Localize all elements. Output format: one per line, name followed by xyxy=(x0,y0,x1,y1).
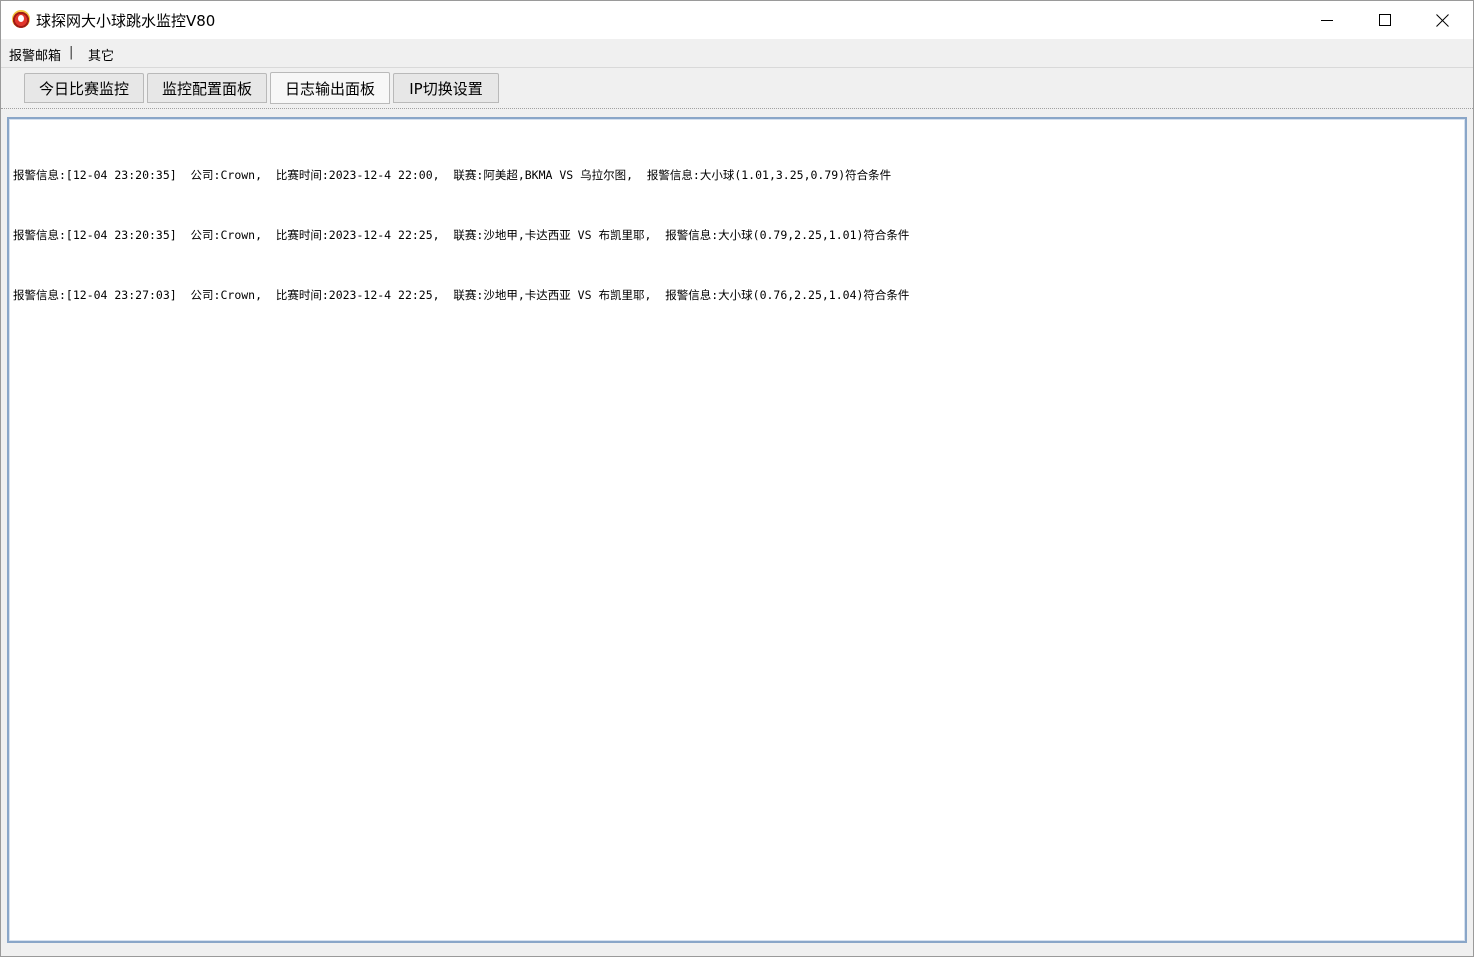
log-line: 报警信息:[12-04 23:20:35] 公司:Crown, 比赛时间:202… xyxy=(13,168,892,182)
log-output-textarea[interactable]: 报警信息:[12-04 23:20:35] 公司:Crown, 比赛时间:202… xyxy=(7,117,1467,943)
close-button[interactable] xyxy=(1414,1,1472,39)
window-title: 球探网大小球跳水监控V80 xyxy=(36,12,216,30)
log-line: 报警信息:[12-04 23:27:03] 公司:Crown, 比赛时间:202… xyxy=(13,288,910,302)
log-lines: 报警信息:[12-04 23:20:35] 公司:Crown, 比赛时间:202… xyxy=(13,125,909,345)
minimize-icon xyxy=(1321,19,1333,21)
tab-content-area: 报警信息:[12-04 23:20:35] 公司:Crown, 比赛时间:202… xyxy=(1,109,1473,956)
maximize-icon xyxy=(1379,14,1391,26)
tab-today-match-monitor[interactable]: 今日比赛监控 xyxy=(24,73,144,103)
title-bar[interactable]: 球探网大小球跳水监控V80 xyxy=(1,1,1473,39)
menu-separator: | xyxy=(69,45,74,60)
menu-bar: 报警邮箱 | 其它 xyxy=(1,39,1473,68)
tab-monitor-config-panel[interactable]: 监控配置面板 xyxy=(147,73,267,103)
maximize-button[interactable] xyxy=(1356,1,1414,39)
app-logo-icon xyxy=(12,10,30,28)
tab-strip: 今日比赛监控 监控配置面板 日志输出面板 IP切换设置 xyxy=(1,68,1473,109)
menu-other[interactable]: 其它 xyxy=(88,45,114,64)
tab-ip-switch-settings[interactable]: IP切换设置 xyxy=(393,73,499,103)
menu-alarm-mailbox[interactable]: 报警邮箱 xyxy=(9,45,61,64)
minimize-button[interactable] xyxy=(1298,1,1356,39)
log-line: 报警信息:[12-04 23:20:35] 公司:Crown, 比赛时间:202… xyxy=(13,228,910,242)
app-window: 球探网大小球跳水监控V80 报警邮箱 | 其它 今日比赛监控 监控配置面板 日志… xyxy=(0,0,1474,957)
close-icon xyxy=(1436,13,1450,27)
tab-log-output-panel[interactable]: 日志输出面板 xyxy=(270,72,390,104)
